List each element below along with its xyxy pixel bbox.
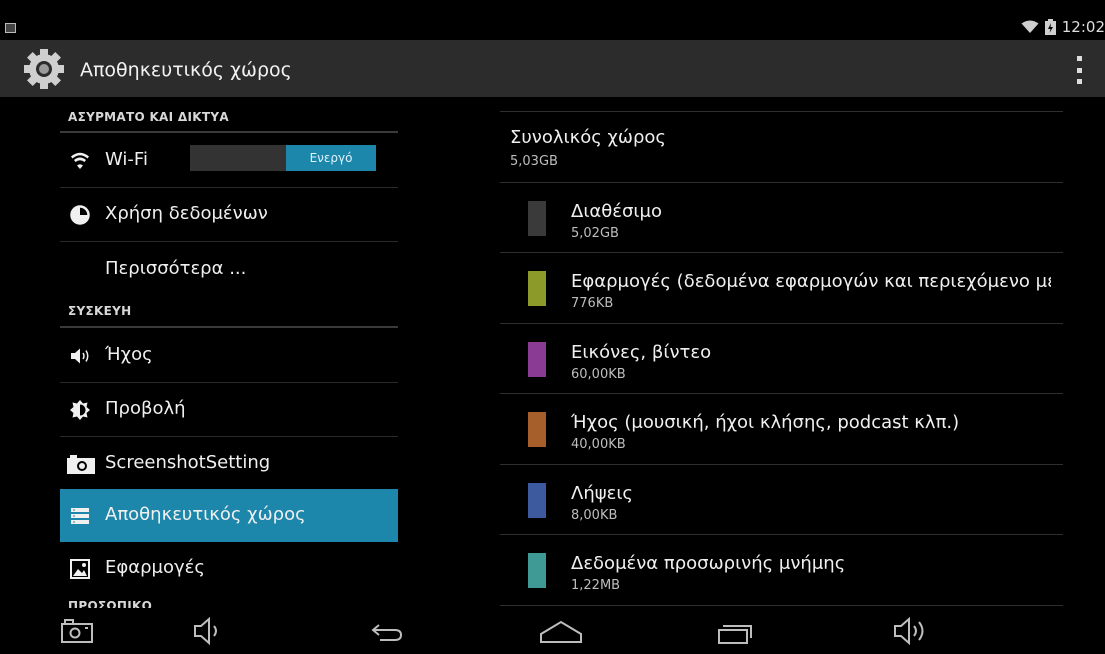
storage-row-label: Ήχος (μουσική, ήχοι κλήσης, podcast κλπ.… — [571, 412, 960, 433]
storage-row-size: 40,00KB — [571, 437, 626, 452]
action-bar: Αποθηκευτικός χώρος — [0, 40, 1105, 97]
storage-row-label: Εικόνες, βίντεο — [571, 342, 712, 363]
gallery-notification-icon — [5, 23, 16, 33]
settings-item-more[interactable]: Περισσότερα ... — [60, 242, 398, 292]
storage-row-label: Διαθέσιμο — [571, 201, 662, 222]
total-space: Συνολικός χώρος 5,03GB — [510, 127, 666, 169]
section-rule — [60, 131, 398, 133]
settings-item-sound[interactable]: Ήχος — [60, 329, 398, 382]
color-swatch — [528, 553, 546, 588]
settings-item-display[interactable]: Προβολή — [60, 383, 398, 436]
color-swatch — [528, 271, 546, 306]
settings-list[interactable]: ΑΣΥΡΜΑΤΟ ΚΑΙ ΔΙΚΤΥΑ Wi-Fi Ενεργό Χρήση δ… — [0, 97, 465, 608]
color-swatch — [528, 201, 546, 236]
storage-details[interactable]: Συνολικός χώρος 5,03GB Διαθέσιμο 5,02GB … — [465, 97, 1105, 608]
section-header-device: ΣΥΣΚΕΥΗ — [68, 304, 132, 318]
data-usage-label: Χρήση δεδομένων — [105, 203, 268, 224]
screenshot-nav-icon[interactable] — [60, 616, 94, 646]
storage-row-available[interactable]: Διαθέσιμο 5,02GB — [500, 183, 1063, 253]
storage-row-pictures[interactable]: Εικόνες, βίντεο 60,00KB — [500, 324, 1063, 394]
brightness-icon — [70, 400, 90, 420]
screenshot-label: ScreenshotSetting — [105, 452, 271, 473]
recent-apps-icon[interactable] — [716, 616, 756, 646]
navigation-bar — [0, 608, 1105, 654]
settings-item-data-usage[interactable]: Χρήση δεδομένων — [60, 188, 398, 241]
settings-item-apps[interactable]: Εφαρμογές — [60, 542, 398, 595]
storage-row-downloads[interactable]: Λήψεις 8,00KB — [500, 465, 1063, 535]
apps-icon — [70, 559, 90, 579]
storage-row-label: Εφαρμογές (δεδομένα εφαρμογών και περιεχ… — [571, 271, 1051, 292]
storage-row-label: Λήψεις — [571, 483, 633, 504]
settings-item-wifi[interactable]: Wi-Fi Ενεργό — [60, 134, 398, 187]
divider — [500, 111, 1063, 112]
section-rule — [60, 326, 398, 328]
volume-down-icon[interactable] — [192, 616, 228, 646]
wifi-signal-icon — [1021, 20, 1039, 33]
display-label: Προβολή — [105, 398, 186, 419]
sound-label: Ήχος — [105, 344, 153, 365]
back-icon[interactable] — [368, 616, 404, 646]
storage-row-size: 8,00KB — [571, 508, 618, 523]
section-header-personal: ΠΡΟΣΩΠΙΚΟ — [68, 599, 153, 608]
storage-row-size: 60,00KB — [571, 367, 626, 382]
status-bar: 12:02 — [0, 0, 1105, 40]
status-icons: 12:02 — [1021, 17, 1105, 37]
settings-item-screenshot[interactable]: ScreenshotSetting — [60, 437, 398, 490]
total-space-label: Συνολικός χώρος — [510, 127, 666, 148]
settings-item-storage[interactable]: Αποθηκευτικός χώρος — [60, 489, 398, 542]
overflow-menu-icon[interactable] — [1072, 56, 1086, 84]
storage-row-apps[interactable]: Εφαρμογές (δεδομένα εφαρμογών και περιεχ… — [500, 253, 1063, 323]
wifi-toggle[interactable]: Ενεργό — [190, 145, 376, 171]
color-swatch — [528, 483, 546, 518]
speaker-icon — [71, 348, 89, 364]
storage-row-cache[interactable]: Δεδομένα προσωρινής μνήμης 1,22MB — [500, 535, 1063, 605]
page-title: Αποθηκευτικός χώρος — [80, 59, 292, 81]
section-header-wireless: ΑΣΥΡΜΑΤΟ ΚΑΙ ΔΙΚΤΥΑ — [68, 110, 229, 124]
color-swatch — [528, 412, 546, 447]
storage-row-size: 776KB — [571, 296, 614, 311]
battery-icon — [1044, 19, 1056, 35]
wifi-toggle-on: Ενεργό — [286, 145, 376, 171]
storage-icon — [71, 508, 89, 524]
storage-row-audio[interactable]: Ήχος (μουσική, ήχοι κλήσης, podcast κλπ.… — [500, 394, 1063, 464]
volume-up-icon[interactable] — [892, 616, 932, 646]
storage-row-size: 1,22MB — [571, 578, 621, 593]
wifi-icon — [71, 152, 89, 169]
total-space-value: 5,03GB — [510, 154, 558, 169]
clock: 12:02 — [1061, 18, 1105, 36]
home-icon[interactable] — [539, 616, 583, 646]
wifi-label: Wi-Fi — [105, 149, 148, 170]
more-label: Περισσότερα ... — [105, 258, 247, 279]
storage-row-label: Δεδομένα προσωρινής μνήμης — [571, 553, 846, 574]
data-usage-icon — [70, 205, 90, 225]
camera-icon — [67, 455, 95, 474]
color-swatch — [528, 342, 546, 377]
storage-row-size: 5,02GB — [571, 226, 619, 241]
storage-label: Αποθηκευτικός χώρος — [105, 504, 306, 525]
apps-label: Εφαρμογές — [105, 557, 205, 578]
divider — [500, 605, 1063, 606]
settings-gear-icon[interactable] — [22, 47, 66, 91]
